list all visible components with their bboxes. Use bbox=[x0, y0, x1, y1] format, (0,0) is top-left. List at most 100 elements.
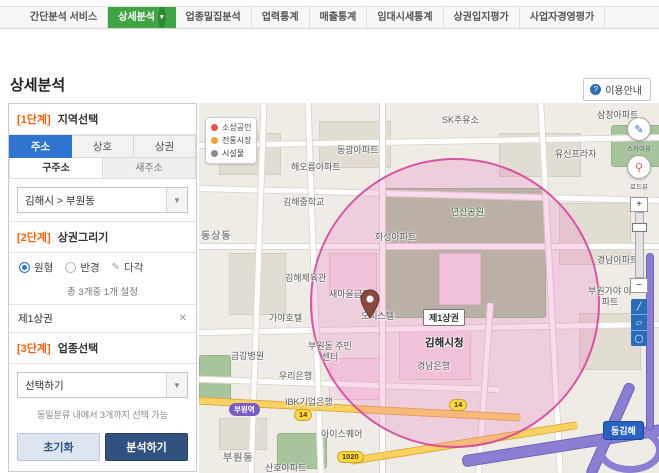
map-label: 동광아파트 bbox=[337, 143, 378, 156]
dropdown-arrow-icon: ▾ bbox=[158, 7, 166, 28]
step3-title: 업종선택 bbox=[58, 343, 98, 355]
measure-distance-icon[interactable]: ╱ bbox=[631, 299, 647, 315]
analyze-button[interactable]: 분석하기 bbox=[105, 433, 188, 461]
analysis-panel: [1단계] 지역선택 주소 상호 상권 구주소 새주소 김해시 > 부원동 ▼ … bbox=[8, 103, 197, 472]
legend-label: 시설물 bbox=[222, 148, 244, 159]
map-label: 년산공원 bbox=[451, 205, 484, 218]
draw-shape-options: 원형 반경 ✎ 다각 bbox=[9, 253, 196, 282]
step1-header: [1단계] 지역선택 bbox=[9, 104, 196, 135]
option-polygon-label: 다각 bbox=[124, 260, 143, 275]
category-hint: 동일분류 내에서 3개까지 선택 가능 bbox=[9, 406, 196, 429]
map-label: 경남은행 bbox=[417, 359, 450, 372]
measure-area-icon[interactable]: ▱ bbox=[631, 315, 647, 331]
address-type-subtabs: 구주소 새주소 bbox=[9, 158, 196, 179]
trade-area-name: 제1상권 bbox=[18, 311, 53, 326]
nav-density-analysis[interactable]: 업종밀집분석 bbox=[176, 7, 252, 28]
help-button[interactable]: ? 이용안내 bbox=[583, 78, 651, 101]
nav-sales-stats[interactable]: 매출통계 bbox=[310, 7, 368, 28]
zoom-slider-handle[interactable] bbox=[632, 223, 647, 232]
step3-badge: [3단계] bbox=[17, 343, 51, 355]
route-number-badge: 14 bbox=[294, 409, 312, 421]
question-icon: ? bbox=[590, 84, 601, 95]
tab-store-name[interactable]: 상호 bbox=[72, 135, 134, 158]
step2-header: [2단계] 상권그리기 bbox=[9, 221, 196, 253]
nav-detail-analysis[interactable]: 상세분석▾ bbox=[108, 7, 175, 28]
step2-title: 상권그리기 bbox=[58, 232, 109, 244]
route-number-badge: 1020 bbox=[337, 451, 364, 463]
tab-trade-area[interactable]: 상권 bbox=[134, 135, 196, 158]
nav-management-rating[interactable]: 사업자경영평가 bbox=[520, 7, 605, 28]
map-label: 부원동 주민센터 bbox=[307, 341, 353, 363]
top-navigation: 간단분석 서비스 상세분석▾ 업종밀집분석 업력통계 매출통계 임대시세통계 상… bbox=[0, 6, 659, 29]
nav-detail-analysis-label: 상세분석 bbox=[118, 12, 155, 23]
step2-badge: [2단계] bbox=[17, 232, 51, 244]
map-label: 아이스퀘어 bbox=[321, 427, 362, 440]
area-count-status: 총 3개중 1개 설정 bbox=[9, 282, 196, 304]
region-select-value: 김해시 > 부원동 bbox=[18, 193, 166, 208]
remove-area-button[interactable]: ✕ bbox=[179, 313, 187, 324]
route-number-badge: 14 bbox=[449, 399, 467, 411]
subtab-new-address[interactable]: 새주소 bbox=[103, 158, 196, 179]
option-polygon[interactable]: ✎ 다각 bbox=[112, 260, 144, 275]
skyview-button[interactable]: ✎ bbox=[627, 117, 651, 141]
option-radius-label: 반경 bbox=[80, 260, 99, 275]
option-circle[interactable]: 원형 bbox=[19, 260, 53, 275]
map-canvas[interactable]: 제1상권 SK주유소삼정아파트동광아파트해오름아파트유신프라자김해중학교동상동화… bbox=[199, 103, 659, 473]
pencil-icon: ✎ bbox=[112, 262, 120, 273]
road-sign: 동김해 bbox=[603, 421, 644, 440]
option-radius[interactable]: 반경 bbox=[65, 260, 99, 275]
pin-icon bbox=[211, 124, 218, 131]
nav-business-age-stats[interactable]: 업력통계 bbox=[252, 7, 310, 28]
map-label: 부원동 bbox=[223, 449, 254, 464]
nav-rent-stats[interactable]: 임대시세통계 bbox=[367, 7, 443, 28]
step1-title: 지역선택 bbox=[58, 114, 98, 126]
map-label: 가야호텔 bbox=[269, 311, 302, 324]
map-label: 김해체육관 bbox=[285, 271, 326, 284]
legend-facilities[interactable]: 시설물 bbox=[211, 147, 251, 160]
map-label: 유신프라자 bbox=[555, 147, 596, 160]
legend-label: 소상공인 bbox=[222, 122, 251, 133]
radio-on-icon bbox=[19, 262, 30, 273]
roadview-button[interactable]: ⚲ bbox=[627, 155, 651, 179]
map-label: SK주유소 bbox=[442, 113, 479, 126]
map-label: 동상동 bbox=[201, 227, 232, 242]
map-controls: ✎ 스카이뷰 ⚲ 로드뷰 + − ╱ ▱ ◯ bbox=[623, 117, 655, 346]
map-label: 김해중학교 bbox=[283, 195, 324, 208]
help-button-label: 이용안내 bbox=[605, 82, 642, 97]
nav-location-rating[interactable]: 상권입지평가 bbox=[444, 7, 520, 28]
category-select-value: 선택하기 bbox=[18, 378, 166, 393]
trade-area-tag[interactable]: 제1상권 bbox=[423, 309, 465, 326]
reset-button[interactable]: 초기화 bbox=[17, 433, 100, 461]
map-label: 김해시청 bbox=[425, 335, 464, 350]
legend-traditional-market[interactable]: 전통시장 bbox=[211, 134, 251, 147]
step3-header: [3단계] 업종선택 bbox=[9, 333, 196, 364]
zoom-slider[interactable] bbox=[635, 212, 644, 278]
tab-address[interactable]: 주소 bbox=[9, 135, 72, 158]
chevron-down-icon: ▼ bbox=[166, 188, 187, 212]
zoom-out-button[interactable]: − bbox=[630, 278, 648, 293]
trade-area-list-item: 제1상권 ✕ bbox=[9, 304, 196, 333]
page-title: 상세분석 bbox=[10, 74, 65, 95]
legend-label: 전통시장 bbox=[222, 135, 251, 146]
measure-radius-icon[interactable]: ◯ bbox=[631, 331, 647, 346]
market-icon bbox=[211, 137, 218, 144]
app-window: 간단분석 서비스 상세분석▾ 업종밀집분석 업력통계 매출통계 임대시세통계 상… bbox=[0, 0, 659, 473]
roadview-label: 로드뷰 bbox=[630, 181, 648, 191]
map-pin-icon[interactable] bbox=[359, 289, 381, 319]
legend-small-business[interactable]: 소상공인 bbox=[211, 121, 251, 134]
map-label: 우리은행 bbox=[279, 369, 312, 382]
subtab-old-address[interactable]: 구주소 bbox=[9, 158, 103, 179]
region-select[interactable]: 김해시 > 부원동 ▼ bbox=[17, 187, 188, 213]
search-mode-tabs: 주소 상호 상권 bbox=[9, 135, 196, 158]
zoom-in-button[interactable]: + bbox=[630, 197, 648, 212]
radio-off-icon bbox=[65, 262, 76, 273]
measure-toolbar: ╱ ▱ ◯ bbox=[631, 299, 647, 346]
category-select[interactable]: 선택하기 ▼ bbox=[17, 372, 188, 398]
map-label: 산호아파트 bbox=[265, 461, 306, 473]
map-label: IBK기업은행 bbox=[285, 395, 333, 408]
chevron-down-icon: ▼ bbox=[166, 373, 187, 397]
map-label: 해오름아파트 bbox=[291, 160, 341, 173]
map-label: 금강병원 bbox=[231, 349, 264, 362]
option-circle-label: 원형 bbox=[34, 260, 53, 275]
nav-simple-analysis[interactable]: 간단분석 서비스 bbox=[20, 7, 108, 28]
